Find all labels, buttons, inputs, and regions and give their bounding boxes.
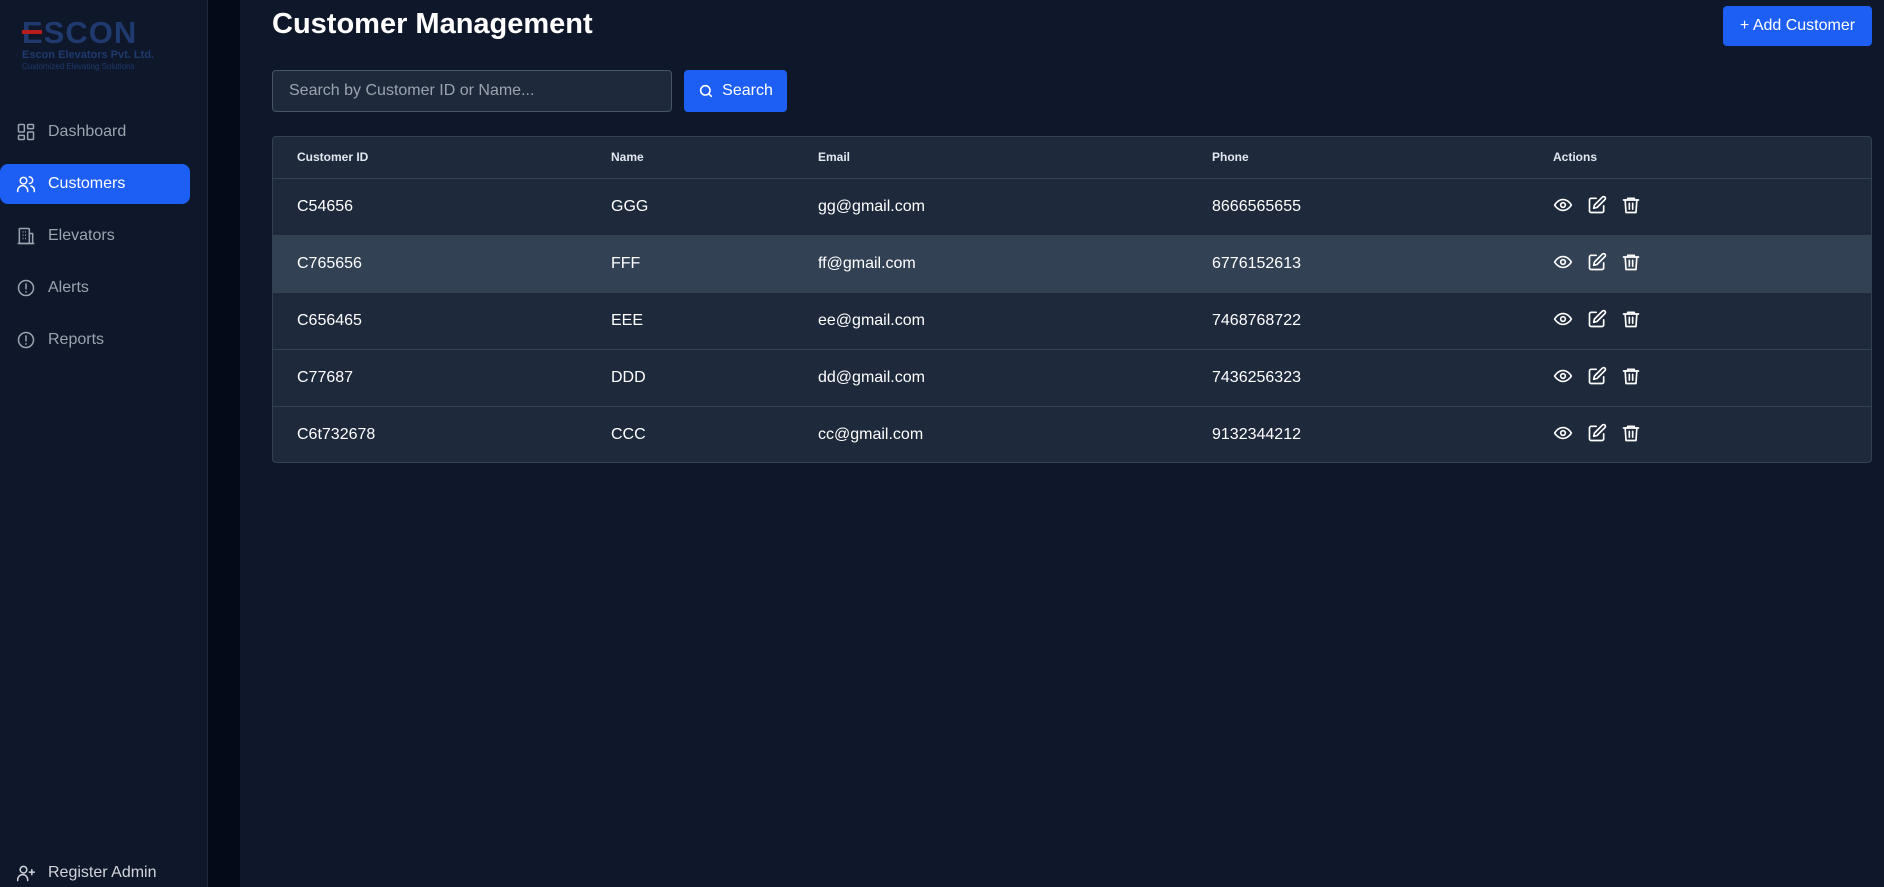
table-header-row: Customer ID Name Email Phone Actions — [273, 137, 1871, 179]
sidebar-item-dashboard[interactable]: Dashboard — [0, 112, 190, 152]
cell-actions — [1529, 292, 1871, 349]
cell-customer-id: C656465 — [297, 311, 362, 329]
brand-logo[interactable]: ESCON Escon Elevators Pvt. Ltd. Customiz… — [22, 15, 172, 74]
search-input[interactable] — [272, 70, 672, 112]
sidebar-item-label: Dashboard — [48, 123, 127, 140]
column-header-actions: Actions — [1529, 137, 1871, 179]
edit-icon[interactable] — [1587, 423, 1607, 443]
column-header-phone[interactable]: Phone — [1188, 137, 1529, 179]
eye-icon[interactable] — [1553, 366, 1573, 386]
cell-customer-id: C54656 — [297, 197, 354, 215]
user-plus-icon — [16, 865, 36, 882]
trash-icon[interactable] — [1621, 195, 1641, 215]
sidebar-item-reports[interactable]: Reports — [0, 320, 190, 360]
cell-email: gg@gmail.com — [818, 197, 925, 215]
brand-company-name: Escon Elevators Pvt. Ltd. — [22, 49, 155, 61]
sidebar-item-label: Reports — [48, 331, 105, 348]
cell-actions — [1529, 178, 1871, 235]
cell-name: FFF — [611, 254, 641, 272]
edit-icon[interactable] — [1587, 195, 1607, 215]
brand-tagline: Customized Elevating Solutions — [22, 62, 135, 71]
brand-logo-wordmark: ESCON — [22, 15, 138, 50]
trash-icon[interactable] — [1621, 423, 1641, 443]
eye-icon[interactable] — [1553, 423, 1573, 443]
sidebar-item-label: Alerts — [48, 279, 89, 296]
sidebar-item-alerts[interactable]: Alerts — [0, 268, 190, 308]
sidebar-item-label: Register Admin — [48, 864, 157, 881]
cell-name: GGG — [611, 197, 649, 215]
cell-actions — [1529, 349, 1871, 406]
cell-phone: 7436256323 — [1212, 368, 1301, 386]
main-content: Customer Management + Add Customer Searc… — [240, 0, 1884, 887]
table-row[interactable]: C656465 EEE ee@gmail.com 7468768722 — [273, 292, 1871, 349]
table-row[interactable]: C54656 GGG gg@gmail.com 8666565655 — [273, 178, 1871, 235]
cell-name: DDD — [611, 368, 646, 386]
cell-email: dd@gmail.com — [818, 368, 925, 386]
row-actions — [1553, 366, 1871, 386]
app-root: ESCON Escon Elevators Pvt. Ltd. Customiz… — [0, 0, 1884, 887]
search-icon — [700, 84, 713, 98]
sidebar-item-label: Elevators — [48, 227, 115, 244]
add-customer-button[interactable]: + Add Customer — [1723, 6, 1872, 46]
cell-customer-id: C77687 — [297, 368, 354, 386]
cell-customer-id: C765656 — [297, 254, 362, 272]
cell-phone: 8666565655 — [1212, 197, 1301, 215]
table-row[interactable]: C6t732678 CCC cc@gmail.com 9132344212 — [273, 406, 1871, 462]
edit-icon[interactable] — [1587, 252, 1607, 272]
alert-circle-icon — [17, 331, 35, 349]
cell-phone: 9132344212 — [1212, 425, 1301, 443]
search-button[interactable]: Search — [684, 70, 787, 112]
eye-icon[interactable] — [1553, 309, 1573, 329]
row-actions — [1553, 252, 1871, 272]
search-button-label: Search — [722, 82, 773, 99]
table-body: C54656 GGG gg@gmail.com 8666565655 C7656… — [273, 178, 1871, 462]
customers-table: Customer ID Name Email Phone Actions C54… — [272, 136, 1872, 463]
eye-icon[interactable] — [1553, 195, 1573, 215]
row-actions — [1553, 195, 1871, 215]
table-row[interactable]: C77687 DDD dd@gmail.com 7436256323 — [273, 349, 1871, 406]
edit-icon[interactable] — [1587, 366, 1607, 386]
trash-icon[interactable] — [1621, 366, 1641, 386]
cell-email: cc@gmail.com — [818, 425, 924, 443]
cell-phone: 7468768722 — [1212, 311, 1301, 329]
sidebar-gutter — [208, 0, 240, 887]
alert-circle-icon — [17, 279, 35, 297]
column-header-name[interactable]: Name — [587, 137, 794, 179]
sidebar-item-elevators[interactable]: Elevators — [0, 216, 190, 256]
sidebar: ESCON Escon Elevators Pvt. Ltd. Customiz… — [0, 0, 208, 887]
users-icon — [16, 176, 36, 193]
column-header-customer-id[interactable]: Customer ID — [273, 137, 587, 179]
cell-actions — [1529, 235, 1871, 292]
dashboard-icon — [17, 123, 35, 141]
cell-customer-id: C6t732678 — [297, 425, 376, 443]
column-header-email[interactable]: Email — [794, 137, 1188, 179]
cell-email: ff@gmail.com — [818, 254, 916, 272]
edit-icon[interactable] — [1587, 309, 1607, 329]
cell-name: EEE — [611, 311, 644, 329]
building-icon — [17, 227, 35, 245]
eye-icon[interactable] — [1553, 252, 1573, 272]
row-actions — [1553, 309, 1871, 329]
table-row[interactable]: C765656 FFF ff@gmail.com 6776152613 — [273, 235, 1871, 292]
cell-actions — [1529, 406, 1871, 462]
sidebar-item-label: Customers — [48, 175, 126, 192]
sidebar-item-register-admin[interactable]: Register Admin — [0, 853, 190, 887]
cell-email: ee@gmail.com — [818, 311, 925, 329]
trash-icon[interactable] — [1621, 309, 1641, 329]
page-title: Customer Management — [272, 8, 593, 40]
row-actions — [1553, 423, 1871, 443]
cell-phone: 6776152613 — [1212, 254, 1301, 272]
trash-icon[interactable] — [1621, 252, 1641, 272]
cell-name: CCC — [611, 425, 646, 443]
sidebar-item-customers[interactable]: Customers — [0, 164, 190, 204]
